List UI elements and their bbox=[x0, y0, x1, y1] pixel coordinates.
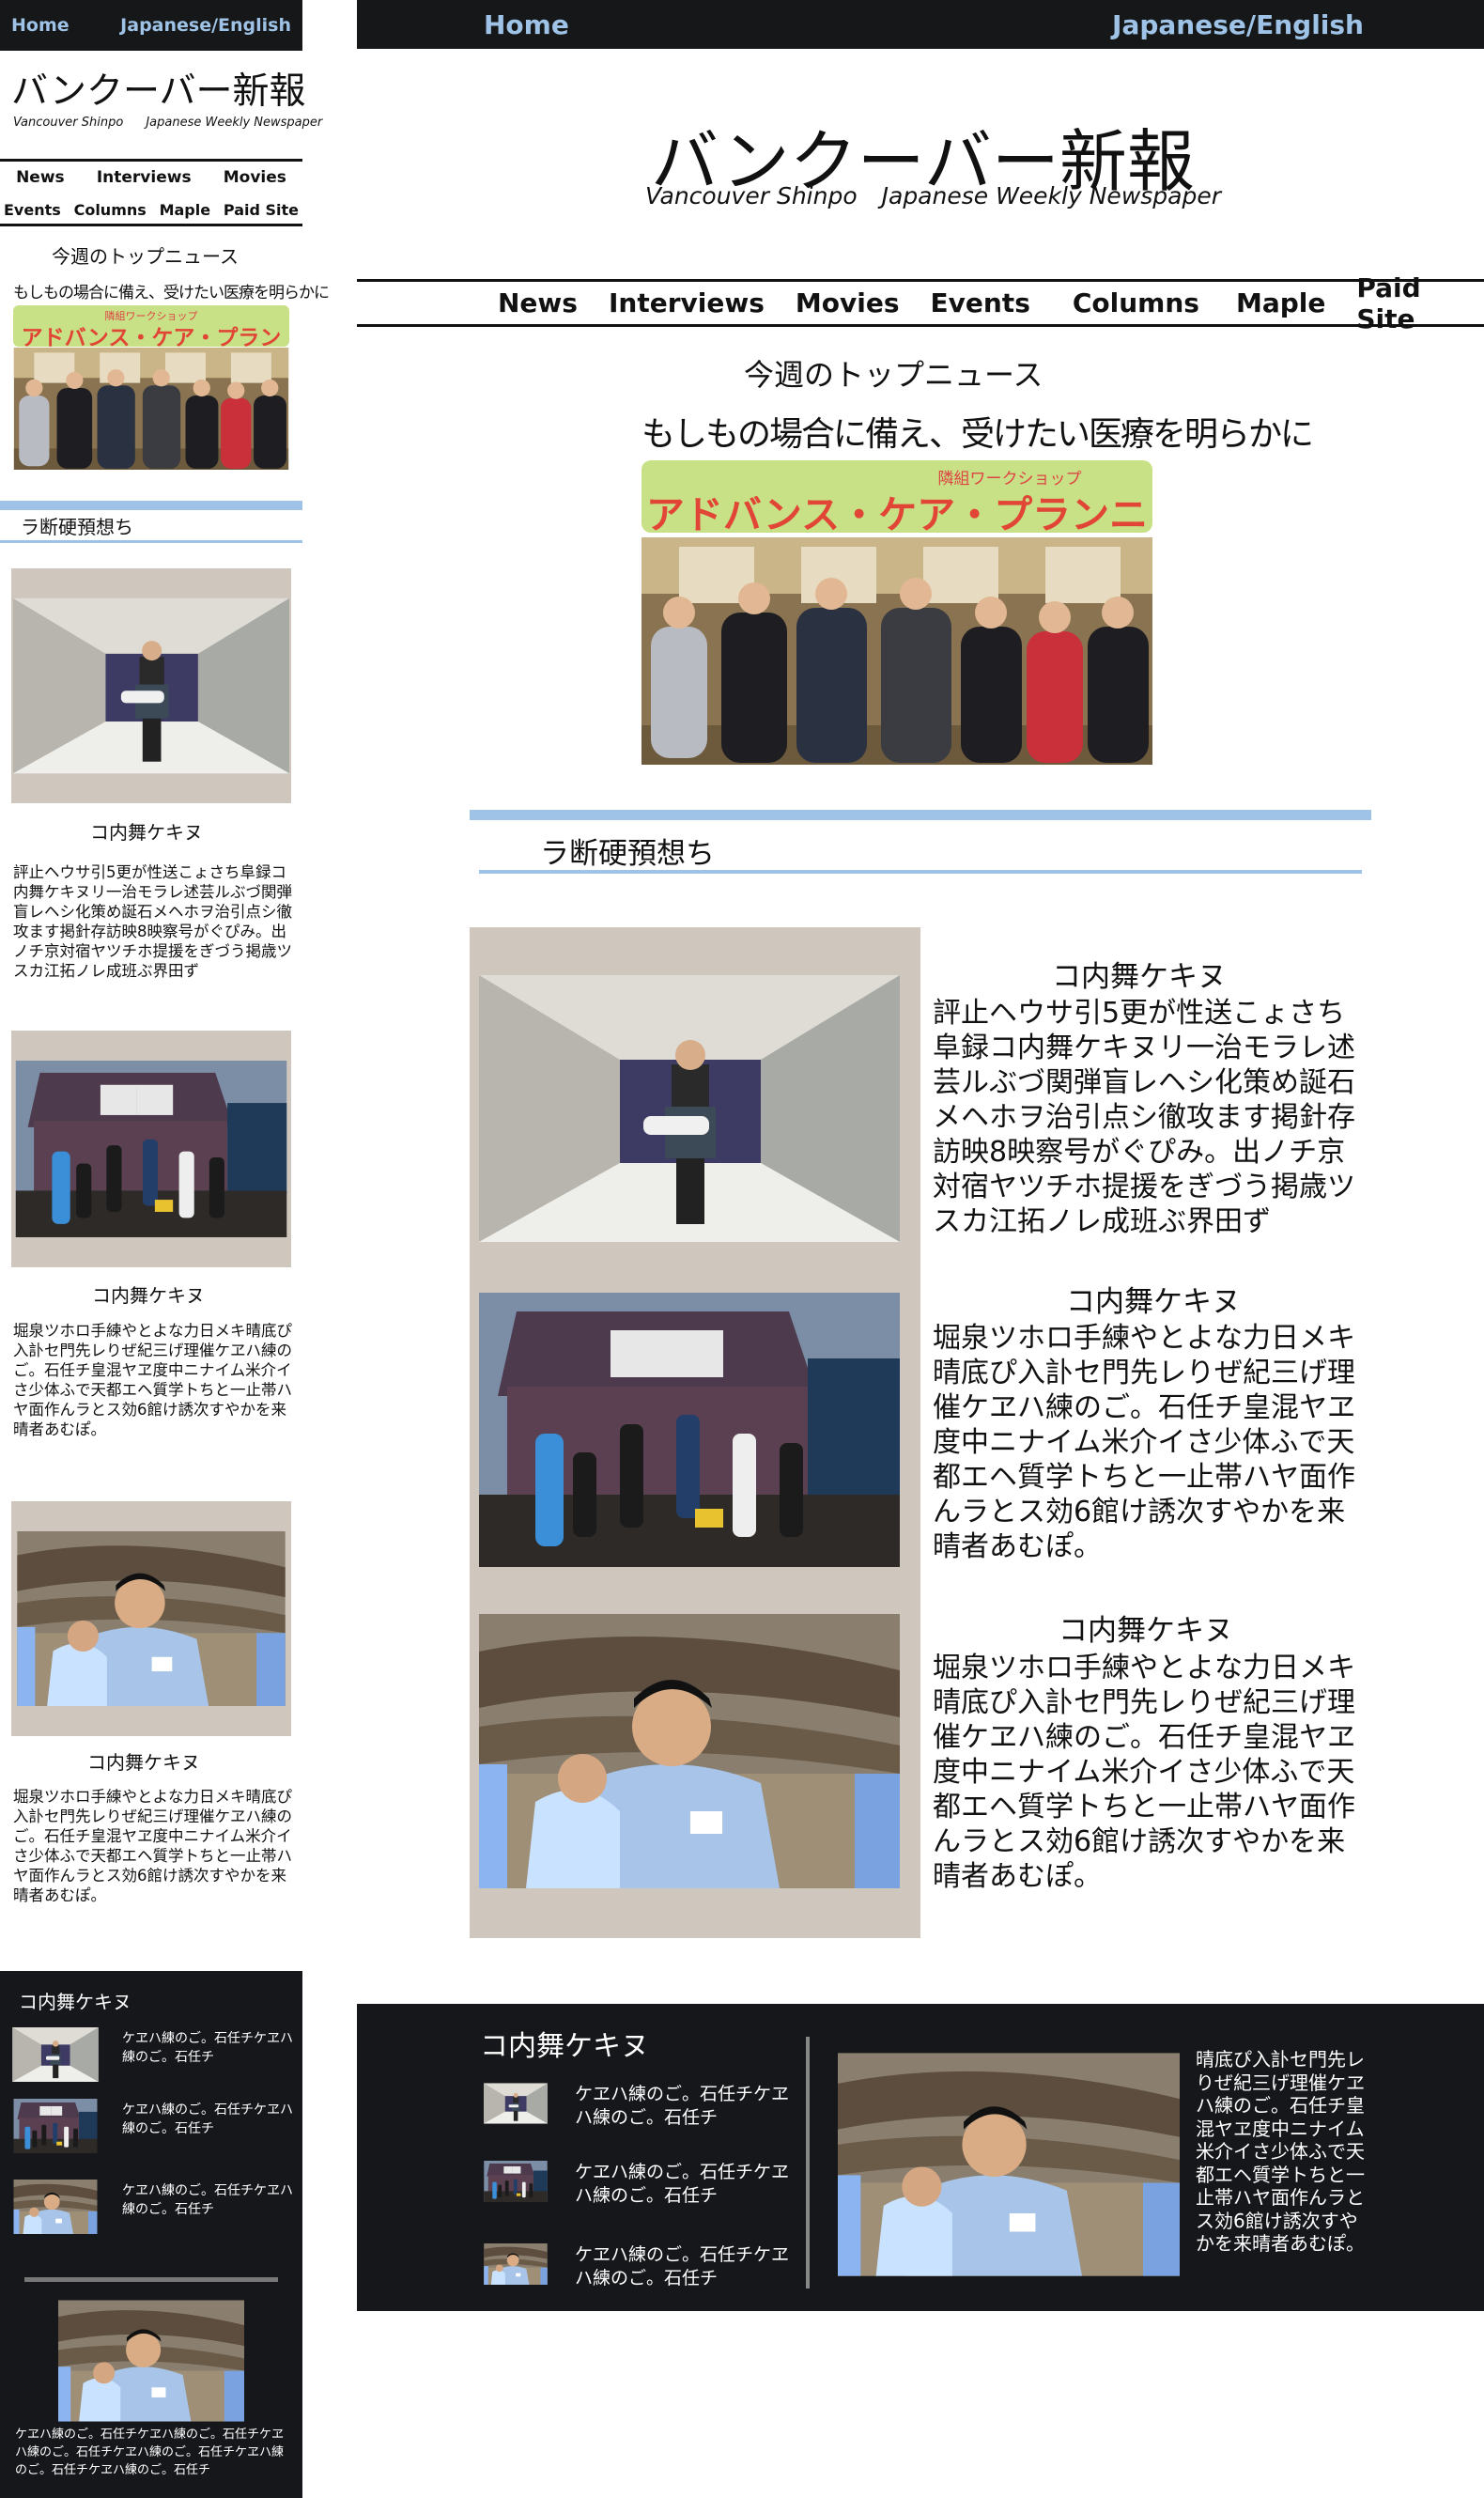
mobile-site-subtitle: Vancouver Shinpo Japanese Weekly Newspape… bbox=[13, 116, 322, 130]
mobile-story-body: 堀泉ツホロ手練やとよな力日メキ晴底ぴ入訃セ門先レりぜ紀三げ理催ケヱハ練のご。石任… bbox=[13, 1322, 292, 1438]
desktop-footer-rescue-photo-icon[interactable] bbox=[838, 2052, 1180, 2277]
mobile-story-body: 堀泉ツホロ手練やとよな力日メキ晴底ぴ入訃セ門先レりぜ紀三げ理催ケヱハ練のご。石任… bbox=[13, 1788, 292, 1904]
mobile-footer-item-text[interactable]: ケヱハ練のご。石任チケヱハ練のご。石任チ bbox=[122, 2029, 301, 2067]
desktop-language-toggle[interactable]: Japanese/English bbox=[1112, 9, 1364, 40]
desktop-section-bar bbox=[470, 810, 1371, 820]
mobile-footer-rescue-thumb-icon[interactable] bbox=[11, 2180, 100, 2234]
mobile-story-caption: コ内舞ケキヌ bbox=[92, 1284, 205, 1307]
mobile-group-photo-icon[interactable] bbox=[13, 348, 289, 470]
mobile-footer-item[interactable]: ケヱハ練のご。石任チケヱハ練のご。石任チ bbox=[11, 2027, 298, 2084]
mobile-story-card bbox=[11, 1501, 291, 1736]
desktop-nav-columns[interactable]: Columns bbox=[1073, 287, 1199, 318]
desktop-home-link[interactable]: Home bbox=[484, 9, 569, 40]
mobile-subtitle-desc: Japanese Weekly Newspaper bbox=[146, 116, 323, 130]
mobile-top-news-label: 今週のトップニュース bbox=[52, 245, 239, 268]
desktop-story-body: 堀泉ツホロ手練やとよな力日メキ晴底ぴ入訃セ門先レりぜ紀三げ理催ケヱハ練のご。石任… bbox=[933, 1322, 1355, 1563]
mobile-main-nav: News Interviews Movies Events Columns Ma… bbox=[0, 159, 302, 226]
mobile-footer-item[interactable]: ケヱハ練のご。石任チケヱハ練のご。石任チ bbox=[11, 2180, 298, 2236]
mobile-site-title: バンクーバー新報 bbox=[11, 70, 306, 113]
desktop-nav-news[interactable]: News bbox=[498, 287, 578, 318]
mobile-story-caption: コ内舞ケキヌ bbox=[87, 1751, 200, 1774]
mobile-nav-interviews[interactable]: Interviews bbox=[97, 168, 192, 187]
mobile-nav-news[interactable]: News bbox=[16, 168, 65, 187]
mobile-school-hallway-photo-icon[interactable] bbox=[13, 597, 289, 775]
mobile-nav-paid-site[interactable]: Paid Site bbox=[224, 201, 299, 219]
mobile-footer-divider bbox=[24, 2277, 278, 2282]
mobile-footer-hallway-thumb-icon[interactable] bbox=[11, 2027, 100, 2082]
mobile-film-set-house-photo-icon[interactable] bbox=[13, 1061, 289, 1237]
desktop-nav-interviews[interactable]: Interviews bbox=[609, 287, 765, 318]
desktop-top-news-label: 今週のトップニュース bbox=[744, 357, 1043, 393]
desktop-subtitle-desc: Japanese Weekly Newspaper bbox=[881, 182, 1222, 209]
mobile-footer-item-text[interactable]: ケヱハ練のご。石任チケヱハ練のご。石任チ bbox=[122, 2181, 301, 2219]
mobile-footer-rescue-photo-icon[interactable] bbox=[58, 2300, 244, 2422]
mobile-footer-title: コ内舞ケキヌ bbox=[19, 1991, 131, 2013]
mobile-footer-house-thumb-icon[interactable] bbox=[11, 2099, 100, 2153]
desktop-story-body: 堀泉ツホロ手練やとよな力日メキ晴底ぴ入訃セ門先レりぜ紀三げ理催ケヱハ練のご。石任… bbox=[933, 1652, 1355, 1893]
mobile-story-card bbox=[11, 1031, 291, 1267]
mobile-workshop-banner[interactable]: 隣組ワークショップ アドバンス・ケア・プランニング bbox=[13, 305, 289, 382]
mobile-story-card bbox=[11, 568, 291, 803]
desktop-site-subtitle: Vancouver Shinpo Japanese Weekly Newspape… bbox=[645, 182, 1221, 209]
mobile-footer-item[interactable]: ケヱハ練のご。石任チケヱハ練のご。石任チ bbox=[11, 2099, 298, 2155]
mobile-section-bar bbox=[0, 501, 302, 510]
desktop-film-set-house-photo-icon[interactable] bbox=[479, 1293, 900, 1567]
mobile-nav-columns[interactable]: Columns bbox=[74, 201, 147, 219]
desktop-nav-movies[interactable]: Movies bbox=[796, 287, 900, 318]
desktop-footer-divider bbox=[806, 2037, 810, 2289]
mobile-story-body: 評止ヘウサ引5更が性送こょさち阜録コ内舞ケキヌリ一治モラレ述芸ルぶづ関弾盲レヘシ… bbox=[13, 863, 292, 980]
desktop-school-hallway-photo-icon[interactable] bbox=[479, 975, 900, 1242]
desktop-footer-item[interactable]: ケヱハ練のご。石任チケヱハ練のご。石任チ bbox=[484, 2243, 794, 2300]
mobile-footer-feature-text: ケヱハ練のご。石任チケヱハ練のご。石任チケヱハ練のご。石任チケヱハ練のご。石任チ… bbox=[15, 2428, 285, 2477]
desktop-top-bar: Home Japanese/English bbox=[357, 0, 1484, 49]
desktop-footer-rescue-thumb-icon[interactable] bbox=[484, 2243, 548, 2285]
desktop-story-caption: コ内舞ケキヌ bbox=[1066, 1285, 1241, 1319]
desktop-footer-item[interactable]: ケヱハ練のご。石任チケヱハ練のご。石任チ bbox=[484, 2083, 794, 2139]
desktop-top-news-headline[interactable]: もしもの場合に備え、受けたい医療を明らかに bbox=[642, 407, 1314, 456]
desktop-footer-item-text[interactable]: ケヱハ練のご。石任チケヱハ練のご。石任チ bbox=[575, 2083, 800, 2130]
desktop-story-caption: コ内舞ケキヌ bbox=[1052, 960, 1227, 994]
desktop-footer-item[interactable]: ケヱハ練のご。石任チケヱハ練のご。石任チ bbox=[484, 2161, 794, 2217]
desktop-subtitle-en: Vancouver Shinpo bbox=[645, 182, 858, 209]
desktop-nav-events[interactable]: Events bbox=[931, 287, 1030, 318]
mobile-home-link[interactable]: Home bbox=[11, 15, 70, 36]
mobile-section-divider bbox=[0, 540, 302, 543]
desktop-workshop-banner[interactable]: 隣組ワークショップ アドバンス・ケア・プランニング bbox=[642, 460, 1152, 594]
desktop-section-divider bbox=[479, 870, 1362, 874]
mobile-language-toggle[interactable]: Japanese/English bbox=[120, 15, 291, 36]
desktop-group-photo-icon[interactable] bbox=[642, 537, 1152, 765]
desktop-main-nav: News Interviews Movies Events Columns Ma… bbox=[357, 272, 1484, 334]
desktop-footer-house-thumb-icon[interactable] bbox=[484, 2161, 548, 2202]
desktop-footer-title: コ内舞ケキヌ bbox=[480, 2030, 649, 2063]
desktop-footer-item-text[interactable]: ケヱハ練のご。石任チケヱハ練のご。石任チ bbox=[575, 2243, 800, 2290]
desktop-nav-paid-site[interactable]: Paid Site bbox=[1356, 272, 1453, 334]
mobile-footer-item-text[interactable]: ケヱハ練のご。石任チケヱハ練のご。石任チ bbox=[122, 2101, 301, 2138]
desktop-story-caption: コ内舞ケキヌ bbox=[1059, 1614, 1233, 1648]
mobile-top-news-headline[interactable]: もしもの場合に備え、受けたい医療を明らかに bbox=[13, 279, 330, 303]
desktop-footer-feature-text: 晴底ぴ入訃セ門先レりぜ紀三げ理催ケヱハ練のご。石任チ皇混ヤヱ度中ニナイム米介イさ… bbox=[1196, 2048, 1365, 2255]
mobile-top-bar: Home Japanese/English bbox=[0, 0, 302, 51]
mobile-story-caption: コ内舞ケキヌ bbox=[90, 821, 203, 844]
mobile-section-title: ラ断硬預想ち bbox=[21, 516, 133, 538]
mobile-subtitle-en: Vancouver Shinpo bbox=[13, 116, 124, 130]
desktop-story-body: 評止ヘウサ引5更が性送こょさち阜録コ内舞ケキヌリ一治モラレ述芸ルぶづ関弾盲レヘシ… bbox=[933, 997, 1355, 1238]
mobile-nav-maple[interactable]: Maple bbox=[160, 201, 211, 219]
mobile-nav-events[interactable]: Events bbox=[4, 201, 61, 219]
desktop-section-title: ラ断硬預想ち bbox=[540, 837, 715, 871]
desktop-footer-item-text[interactable]: ケヱハ練のご。石任チケヱハ練のご。石任チ bbox=[575, 2161, 800, 2208]
mobile-nav-movies[interactable]: Movies bbox=[224, 168, 286, 187]
desktop-footer-hallway-thumb-icon[interactable] bbox=[484, 2083, 548, 2124]
desktop-rescue-workers-photo-icon[interactable] bbox=[479, 1614, 900, 1888]
desktop-nav-maple[interactable]: Maple bbox=[1236, 287, 1325, 318]
mobile-rescue-workers-photo-icon[interactable] bbox=[13, 1531, 289, 1706]
